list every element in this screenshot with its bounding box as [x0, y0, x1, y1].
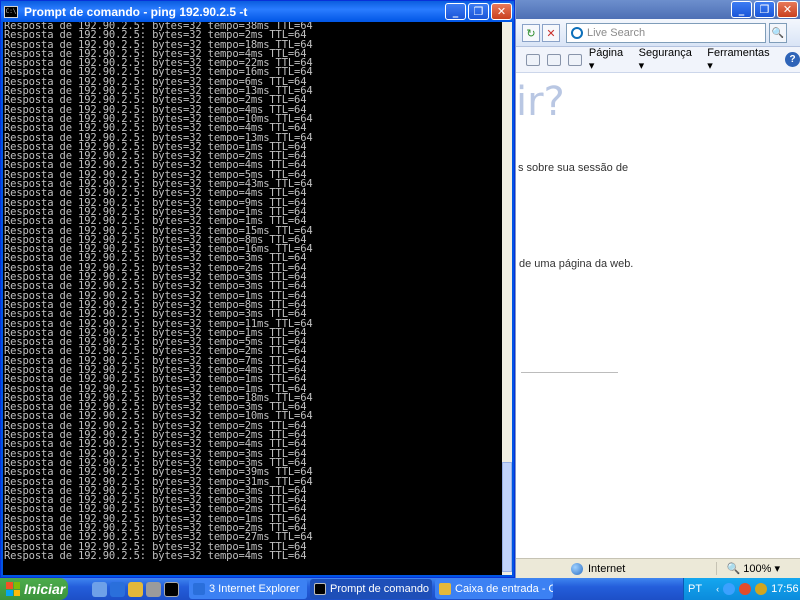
ie-icon [193, 583, 205, 595]
system-tray: PT ‹ 17:56 [683, 578, 800, 600]
ie-minimize-button[interactable]: _ [731, 1, 752, 18]
cmd-close-button[interactable]: ✕ [491, 3, 512, 20]
cmd-icon [314, 583, 326, 595]
page-text-line-2: de uma página da web. [519, 258, 634, 270]
network-icon[interactable] [723, 583, 736, 595]
cmd-system-icon[interactable]: C:\ [4, 5, 18, 18]
task-label-ie: 3 Internet Explorer [209, 583, 300, 595]
console-output[interactable]: Resposta de 192.90.2.5: bytes=32 tempo=3… [3, 22, 504, 575]
menu-pagina[interactable]: Página ▾ [589, 47, 632, 72]
status-zone-label: Internet [588, 562, 626, 575]
ping-reply-line: Resposta de 192.90.2.5: bytes=32 tempo=4… [4, 549, 307, 562]
ie-page-content: ir? s sobre sua sessão de de uma página … [516, 73, 800, 558]
task-inbox[interactable]: Caixa de entrada - O... [435, 579, 553, 599]
live-search-placeholder: Live Search [587, 27, 646, 39]
print-icon[interactable] [567, 53, 582, 66]
clock: 17:56 [771, 583, 799, 595]
language-indicator[interactable]: PT [688, 583, 702, 595]
task-internet-explorer[interactable]: 3 Internet Explorer [189, 579, 307, 599]
quick-launch-explorer-icon[interactable] [146, 581, 161, 597]
console-scrollbar[interactable] [502, 22, 512, 575]
search-go-icon[interactable]: 🔍 [769, 23, 787, 43]
page-heading-fragment: ir? [516, 79, 565, 125]
zoom-level[interactable]: 🔍 100% ▾ [715, 562, 780, 575]
scrollbar-thumb[interactable] [502, 462, 512, 572]
volume-icon[interactable] [755, 583, 768, 595]
start-label: Iniciar [24, 581, 66, 597]
menu-seguranca[interactable]: Segurança ▾ [639, 47, 701, 72]
task-label-cmd: Prompt de comando -... [330, 583, 432, 595]
task-label-inbox: Caixa de entrada - O... [455, 583, 553, 595]
menu-ferramentas[interactable]: Ferramentas ▾ [707, 47, 778, 72]
quick-launch [92, 581, 179, 597]
ie-search-bar: ↻ ✕ Live Search 🔍 [516, 19, 800, 47]
tray-expand-icon[interactable]: ‹ [716, 584, 719, 594]
quick-launch-desktop-icon[interactable] [92, 581, 107, 597]
internet-explorer-window: _ ❐ ✕ ↻ ✕ Live Search 🔍 Página ▾ Seguran… [515, 0, 800, 578]
ie-status-bar: Internet 🔍 100% ▾ [516, 558, 800, 578]
task-command-prompt[interactable]: Prompt de comando -... [310, 579, 432, 599]
quick-launch-cmd-icon[interactable] [164, 581, 179, 597]
quick-launch-outlook-icon[interactable] [128, 581, 143, 597]
live-search-input[interactable]: Live Search [566, 23, 766, 43]
envelope-icon [439, 583, 451, 595]
cmd-titlebar[interactable]: C:\ Prompt de comando - ping 192.90.2.5 … [1, 1, 514, 22]
quick-launch-ie-icon[interactable] [110, 581, 125, 597]
ie-command-bar: Página ▾ Segurança ▾ Ferramentas ▾ ? [516, 47, 800, 73]
taskbar: Iniciar 3 Internet Explorer Prompt de co… [0, 578, 800, 600]
security-alert-icon[interactable] [739, 583, 752, 595]
divider [521, 372, 618, 373]
ie-close-button[interactable]: ✕ [777, 1, 798, 18]
zoom-value: 100% [743, 563, 772, 575]
start-button[interactable]: Iniciar [0, 578, 68, 600]
command-prompt-window: C:\ Prompt de comando - ping 192.90.2.5 … [0, 0, 515, 578]
refresh-icon[interactable]: ↻ [522, 24, 540, 42]
ie-maximize-button[interactable]: ❐ [754, 1, 775, 18]
windows-logo-icon [6, 582, 20, 596]
live-search-logo-icon [571, 27, 583, 39]
internet-zone-icon [571, 562, 583, 575]
help-icon[interactable]: ? [785, 52, 800, 67]
mail-icon[interactable] [546, 53, 561, 66]
cmd-minimize-button[interactable]: _ [445, 3, 466, 20]
stop-icon[interactable]: ✕ [542, 24, 560, 42]
ie-titlebar[interactable]: _ ❐ ✕ [516, 0, 800, 19]
cmd-maximize-button[interactable]: ❐ [468, 3, 489, 20]
feeds-icon[interactable] [526, 53, 540, 66]
page-text-line-1: s sobre sua sessão de [518, 162, 629, 174]
cmd-window-title: Prompt de comando - ping 192.90.2.5 -t [24, 4, 248, 19]
